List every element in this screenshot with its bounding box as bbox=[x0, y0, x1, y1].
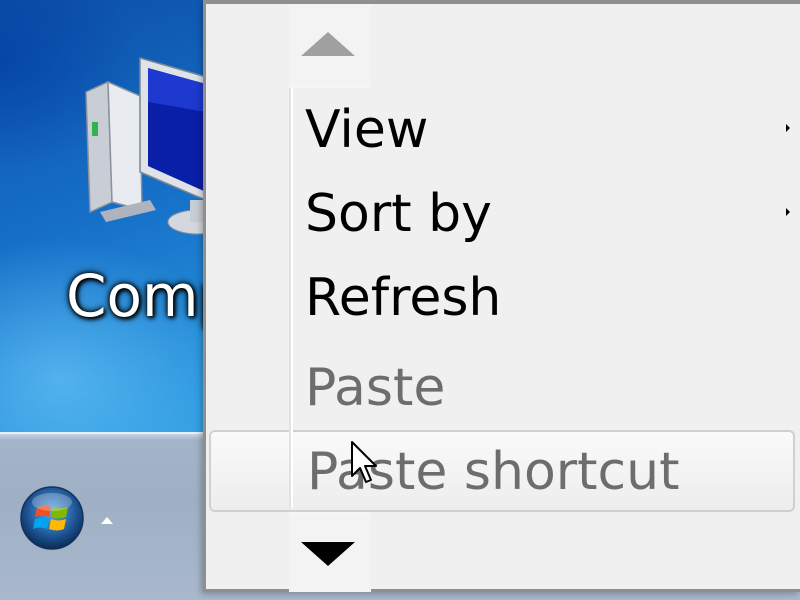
menu-item-label: Paste bbox=[305, 358, 446, 418]
menu-item-refresh[interactable]: Refresh bbox=[206, 256, 796, 338]
submenu-arrow-icon bbox=[786, 124, 790, 132]
menu-item-sort-by[interactable]: Sort by bbox=[206, 172, 796, 254]
screen: Comp View Sort by Refresh Paste Paste sh… bbox=[0, 0, 800, 600]
menu-items: View Sort by Refresh Paste Paste shortcu… bbox=[206, 88, 800, 512]
menu-scroll-down-button[interactable] bbox=[289, 514, 371, 592]
menu-item-paste[interactable]: Paste bbox=[206, 346, 796, 428]
menu-item-label: Paste shortcut bbox=[307, 442, 680, 502]
submenu-arrow-icon bbox=[786, 208, 790, 216]
menu-item-label: View bbox=[305, 100, 429, 160]
menu-item-paste-shortcut[interactable]: Paste shortcut bbox=[209, 430, 795, 512]
menu-item-view[interactable]: View bbox=[206, 88, 796, 170]
show-hidden-icons-button[interactable] bbox=[101, 517, 113, 524]
computer-icon[interactable] bbox=[80, 52, 229, 242]
start-button[interactable] bbox=[20, 486, 84, 550]
menu-item-label: Sort by bbox=[305, 184, 492, 244]
scroll-up-triangle-icon bbox=[301, 32, 355, 56]
desktop-context-menu: View Sort by Refresh Paste Paste shortcu… bbox=[203, 0, 800, 592]
menu-gutter-separator bbox=[289, 88, 293, 508]
menu-scroll-up-button[interactable] bbox=[289, 4, 371, 84]
menu-item-label: Refresh bbox=[305, 268, 502, 328]
windows-logo-icon bbox=[20, 486, 84, 550]
scroll-down-triangle-icon bbox=[301, 542, 355, 566]
